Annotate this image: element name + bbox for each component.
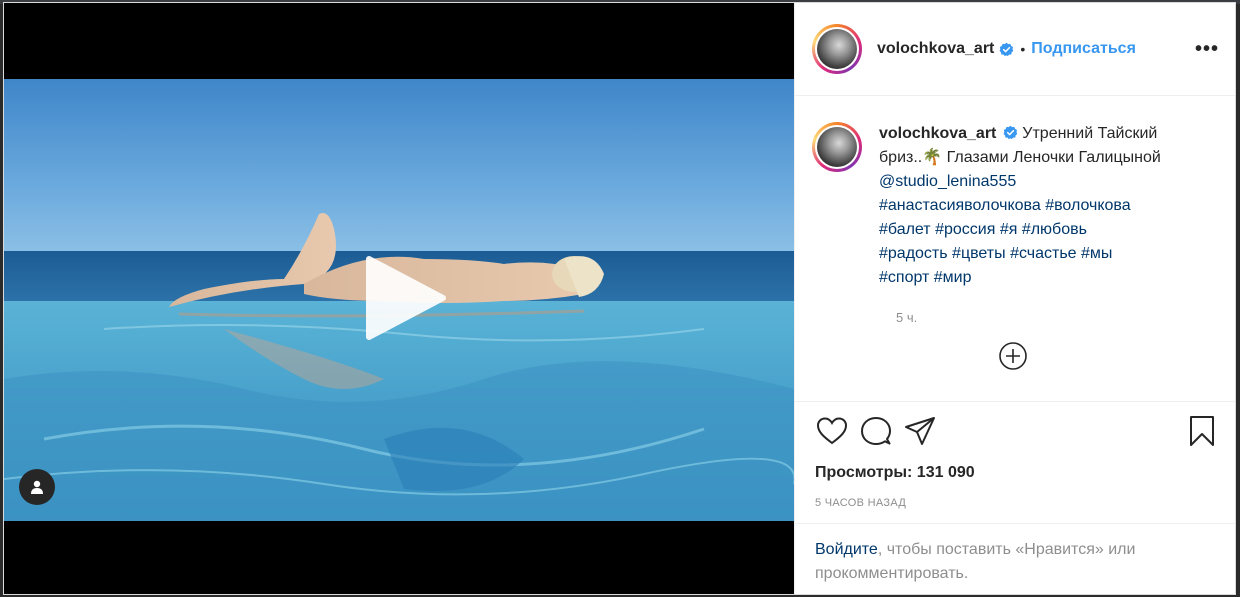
comment-button[interactable]: [859, 414, 893, 448]
username-link[interactable]: volochkova_art: [877, 40, 994, 58]
paper-plane-icon: [905, 416, 935, 445]
login-prompt: Войдите, чтобы поставить «Нравится» или …: [795, 523, 1235, 594]
post-modal: volochkova_art • Подписаться ••• volochk…: [3, 2, 1236, 595]
avatar-border: [815, 27, 859, 71]
play-button[interactable]: [359, 253, 449, 343]
caption-avatar-border: [815, 125, 859, 169]
plus-circle-icon: [999, 342, 1027, 370]
caption-time[interactable]: 5 ч.: [896, 310, 1219, 325]
login-link[interactable]: Войдите: [815, 541, 878, 558]
avatar-image: [817, 29, 857, 69]
views-label: Просмотры:: [815, 464, 913, 481]
comment-bubble-icon: [861, 416, 891, 445]
user-tag-icon: [31, 480, 43, 494]
heart-icon: [816, 416, 848, 444]
verified-badge-icon: [999, 42, 1014, 56]
caption-avatar[interactable]: [812, 122, 862, 172]
load-more-comments-button[interactable]: [998, 341, 1028, 371]
views-value: 131 090: [916, 464, 975, 481]
separator-dot: •: [1020, 41, 1026, 57]
save-button[interactable]: [1185, 414, 1219, 448]
caption-username[interactable]: volochkova_art: [879, 125, 996, 142]
play-icon: [366, 256, 446, 340]
caption: volochkova_art Утренний Тайский бриз..🌴 …: [812, 122, 1219, 290]
more-options-button[interactable]: •••: [1195, 39, 1219, 59]
hashtags-line-2[interactable]: #балет #россия #я #любовь: [879, 221, 1087, 238]
caption-text: volochkova_art Утренний Тайский бриз..🌴 …: [879, 122, 1199, 290]
caption-avatar-image: [817, 127, 857, 167]
avatar[interactable]: [812, 24, 862, 74]
video-player[interactable]: [4, 3, 794, 594]
user-tag-button[interactable]: [19, 469, 55, 505]
follow-button[interactable]: Подписаться: [1031, 40, 1136, 58]
post-timestamp[interactable]: 5 ЧАСОВ НАЗАД: [795, 491, 1235, 521]
mention-link[interactable]: @studio_lenina555: [879, 173, 1016, 190]
views-count[interactable]: Просмотры: 131 090: [795, 461, 1235, 491]
post-header: volochkova_art • Подписаться •••: [795, 3, 1235, 96]
hashtags-line-1[interactable]: #анастасияволочкова #волочкова: [879, 197, 1131, 214]
hashtags-line-3[interactable]: #радость #цветы #счастье #мы: [879, 245, 1112, 262]
hashtags-line-4[interactable]: #спорт #мир: [879, 269, 972, 286]
share-button[interactable]: [903, 414, 937, 448]
verified-badge-icon: [1003, 125, 1018, 139]
like-button[interactable]: [815, 414, 849, 448]
bookmark-icon: [1190, 415, 1214, 446]
post-sidebar: volochkova_art • Подписаться ••• volochk…: [794, 3, 1235, 594]
action-bar: [795, 401, 1235, 459]
comments-area: volochkova_art Утренний Тайский бриз..🌴 …: [795, 96, 1235, 401]
